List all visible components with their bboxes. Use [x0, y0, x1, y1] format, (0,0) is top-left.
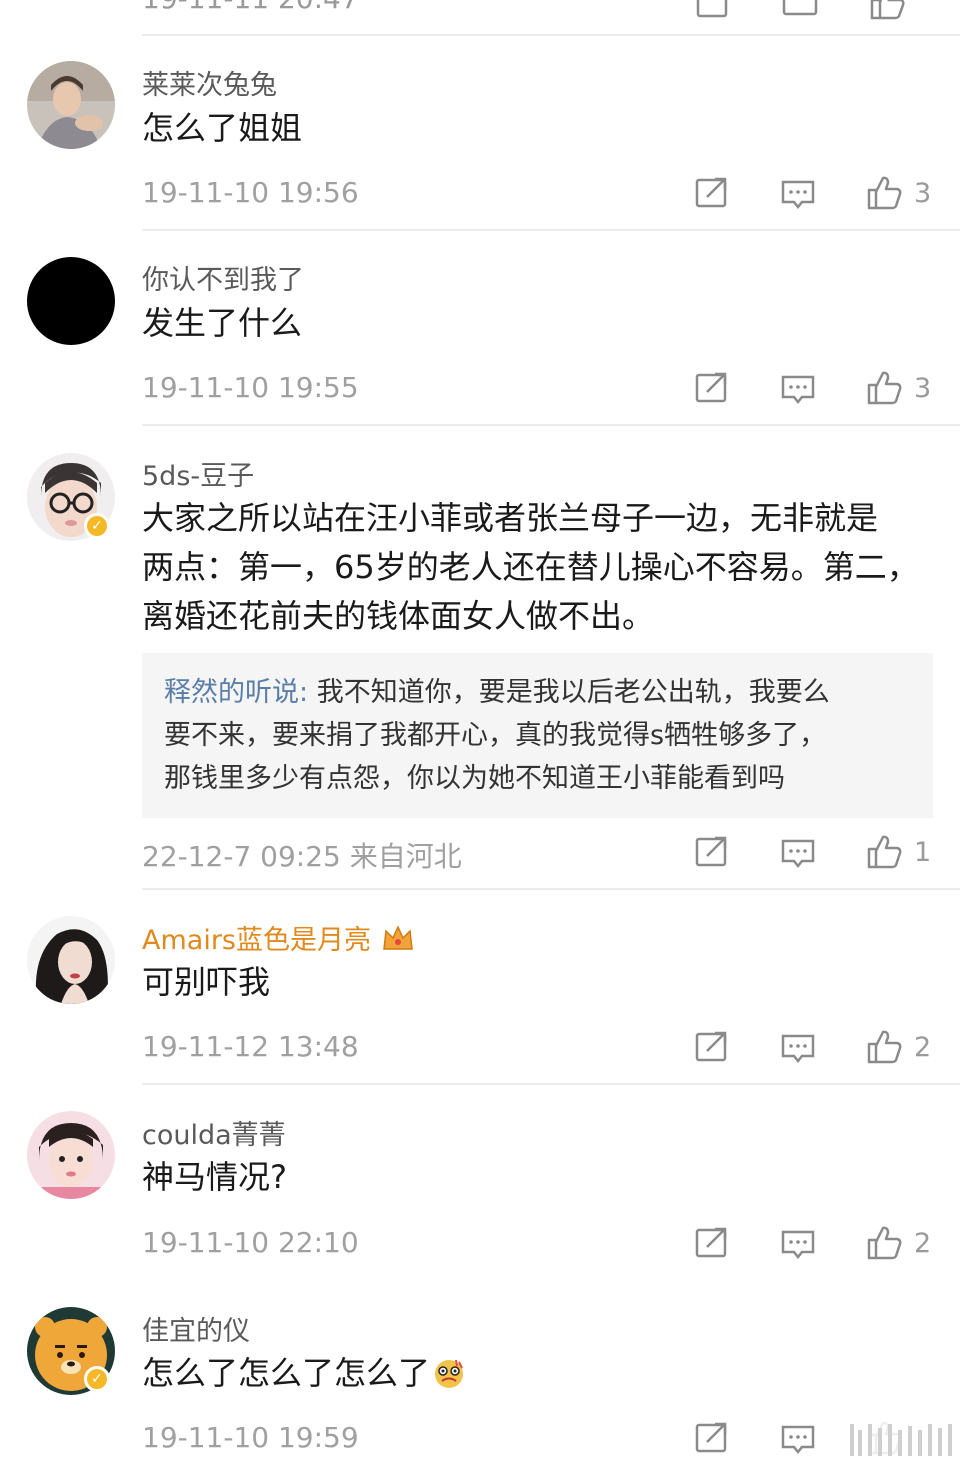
like-button[interactable]: 3 — [866, 368, 931, 408]
share-icon — [695, 836, 727, 867]
comment-actions: 3 — [694, 368, 960, 408]
divider — [142, 229, 960, 231]
username[interactable]: 佳宜的仪 — [142, 1309, 250, 1348]
reply-button[interactable] — [780, 1418, 816, 1458]
comment-icon — [781, 375, 815, 405]
previous-actions — [694, 0, 960, 28]
avatar[interactable] — [27, 257, 115, 345]
like-button[interactable]: 2 — [866, 1223, 931, 1263]
divider — [142, 1083, 960, 1085]
reply-line: 要不来，要来捐了我都开心，真的我觉得s牺牲够多了， — [164, 720, 827, 751]
verified-badge: ✓ — [84, 1366, 110, 1392]
share-icon — [695, 177, 727, 208]
share-button[interactable] — [694, 1027, 730, 1067]
divider — [142, 424, 960, 426]
comment-time: 19-11-11 20:47 — [142, 0, 359, 15]
username[interactable]: coulda菁菁 — [142, 1113, 286, 1152]
reply-button[interactable] — [780, 173, 816, 213]
reply-username[interactable]: 释然的听说: — [164, 677, 308, 708]
like-count: 3 — [914, 372, 932, 404]
comment-time: 22-12-7 09:25 来自河北 — [142, 840, 462, 873]
reply-preview[interactable]: 释然的听说: 我不知道你，要是我以后老公出轨，我要么 要不来，要来捐了我都开心，… — [142, 653, 933, 818]
avatar[interactable] — [27, 1111, 115, 1199]
like-count: 1 — [914, 836, 932, 868]
reply-button[interactable] — [780, 1027, 816, 1067]
comment-time: 19-11-10 19:59 — [142, 1421, 359, 1454]
watermark-logo — [842, 1418, 960, 1462]
nervous-emoji-icon — [435, 1359, 464, 1388]
comment-text: 怎么了姐姐 — [142, 109, 303, 147]
divider — [142, 888, 960, 890]
comment-text-line: 两点：第一，65岁的老人还在替儿操心不容易。第二， — [142, 548, 919, 586]
comment-time: 19-11-12 13:48 — [142, 1030, 359, 1063]
thumbs-up-icon — [867, 1030, 902, 1064]
comment-actions: 2 — [694, 1027, 960, 1067]
share-icon — [695, 1227, 727, 1258]
reply-button[interactable] — [780, 832, 816, 872]
reply-line: 释然的听说: 我不知道你，要是我以后老公出轨，我要么 — [164, 671, 911, 714]
comment-actions: 1 — [694, 832, 960, 872]
reply-line: 那钱里多少有点怨，你以为她不知道王小菲能看到吗 — [164, 763, 785, 794]
thumbs-up-icon — [867, 371, 902, 405]
comment-time: 19-11-10 19:56 — [142, 176, 359, 209]
share-button[interactable] — [694, 1223, 730, 1263]
like-button[interactable]: 2 — [866, 1027, 931, 1067]
thumbs-up-icon — [867, 835, 902, 869]
username[interactable]: 莱莱次兔兔 — [142, 63, 277, 102]
like-button[interactable]: 1 — [866, 832, 931, 872]
comment-actions: 2 — [694, 1223, 960, 1263]
avatar[interactable] — [27, 61, 115, 149]
thumbs-up-icon — [867, 176, 902, 210]
comment-icon — [781, 1425, 815, 1455]
comment-text: 可别吓我 — [142, 963, 271, 1001]
share-icon — [695, 372, 727, 403]
like-count: 2 — [914, 1227, 932, 1259]
comment-text: 发生了什么 — [142, 304, 303, 342]
comment-icon — [781, 839, 815, 869]
comment-time: 19-11-10 19:55 — [142, 371, 359, 404]
share-button[interactable] — [694, 173, 730, 213]
comment-time: 19-11-10 22:10 — [142, 1226, 359, 1259]
username[interactable]: 你认不到我了 — [142, 258, 304, 297]
like-button[interactable]: 3 — [866, 173, 931, 213]
share-button[interactable] — [694, 1418, 730, 1458]
avatar[interactable] — [27, 916, 115, 1004]
reply-text: 我不知道你，要是我以后老公出轨，我要么 — [308, 677, 830, 708]
share-button[interactable] — [694, 368, 730, 408]
vip-crown-icon — [383, 925, 413, 950]
comment-actions: 3 — [694, 173, 960, 213]
comment-text: 大家之所以站在汪小菲或者张兰母子一边，无非就是 两点：第一，65岁的老人还在替儿… — [142, 494, 942, 641]
comment-text: 神马情况? — [142, 1158, 287, 1196]
comment-text-content: 怎么了怎么了怎么了 — [142, 1354, 431, 1392]
previous-comment-footer: 19-11-11 20:47 — [0, 0, 960, 36]
share-icon — [695, 1031, 727, 1062]
like-count: 3 — [914, 177, 932, 209]
reply-button[interactable] — [780, 368, 816, 408]
share-icon — [695, 1422, 727, 1453]
username[interactable]: Amairs蓝色是月亮 — [142, 918, 415, 957]
thumbs-up-icon — [867, 1226, 902, 1260]
comment-icon — [781, 1034, 815, 1064]
username-text[interactable]: Amairs蓝色是月亮 — [142, 925, 371, 956]
reply-button[interactable] — [780, 1223, 816, 1263]
comment-icon — [781, 1230, 815, 1260]
divider — [142, 34, 960, 36]
share-button[interactable] — [694, 832, 730, 872]
comment-text-line: 离婚还花前夫的钱体面女人做不出。 — [142, 597, 655, 635]
verified-badge: ✓ — [84, 513, 110, 539]
username[interactable]: 5ds-豆子 — [142, 454, 254, 493]
comment-icon — [781, 180, 815, 210]
like-count: 2 — [914, 1031, 932, 1063]
comment-text: 怎么了怎么了怎么了 — [142, 1349, 942, 1398]
comment-text-line: 大家之所以站在汪小菲或者张兰母子一边，无非就是 — [142, 499, 879, 537]
